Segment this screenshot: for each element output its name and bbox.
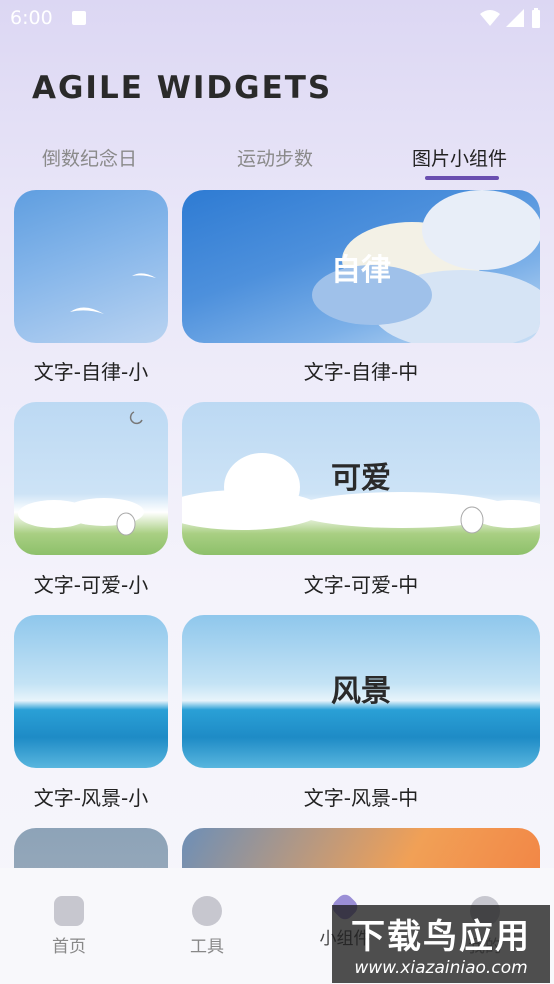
nav-tools[interactable]: 工具: [162, 896, 252, 957]
caption-discipline-medium: 文字-自律-中: [303, 360, 419, 384]
status-time: 6:00: [10, 7, 53, 29]
cloud-bunny-image: [18, 411, 144, 536]
widget-grid: 自律 文字-自律-小 文字-自律-中 可爱 文字-可爱-小 文字-可爱-中 风景…: [0, 190, 554, 880]
app-title: AGILE WIDGETS: [32, 70, 333, 106]
widget-text-scenery: 风景: [331, 674, 391, 710]
nav-home[interactable]: 首页: [24, 896, 114, 957]
tab-steps[interactable]: 运动步数: [237, 144, 313, 171]
caption-cute-medium: 文字-可爱-中: [303, 573, 419, 597]
caption-scenery-medium: 文字-风景-中: [303, 786, 419, 810]
caption-discipline-small: 文字-自律-小: [33, 360, 149, 384]
tab-image-widgets[interactable]: 图片小组件: [412, 144, 507, 171]
signal-icon: [506, 9, 524, 27]
caption-scenery-small: 文字-风景-小: [33, 786, 149, 810]
watermark-url: www.xiazainiao.com: [354, 958, 528, 978]
bird-icon: [70, 273, 156, 314]
tab-countdown[interactable]: 倒数纪念日: [42, 144, 137, 171]
widget-card-cute-small[interactable]: [14, 402, 168, 555]
notification-icon: [72, 11, 86, 25]
home-icon: [54, 896, 84, 926]
caption-cute-small: 文字-可爱-小: [33, 573, 149, 597]
widget-card-discipline-small[interactable]: [14, 190, 168, 343]
nav-home-label: 首页: [52, 937, 86, 957]
widget-card-cute-medium[interactable]: 可爱: [182, 402, 540, 555]
status-bar: 6:00: [0, 0, 554, 38]
nav-tools-label: 工具: [190, 937, 224, 957]
widget-card-scenery-medium[interactable]: 风景: [182, 615, 540, 768]
widget-text-cute: 可爱: [331, 461, 391, 497]
widget-card-discipline-medium[interactable]: 自律: [182, 190, 540, 343]
status-indicators: [480, 8, 542, 28]
watermark: 下载鸟应用 www.xiazainiao.com: [332, 905, 550, 983]
watermark-title: 下载鸟应用: [351, 917, 531, 957]
battery-icon: [532, 8, 540, 28]
tools-icon: [192, 896, 222, 926]
widget-card-scenery-small[interactable]: [14, 615, 168, 768]
wifi-icon: [480, 10, 500, 26]
widget-text-discipline: 自律: [331, 252, 391, 288]
tab-indicator: [425, 176, 499, 180]
